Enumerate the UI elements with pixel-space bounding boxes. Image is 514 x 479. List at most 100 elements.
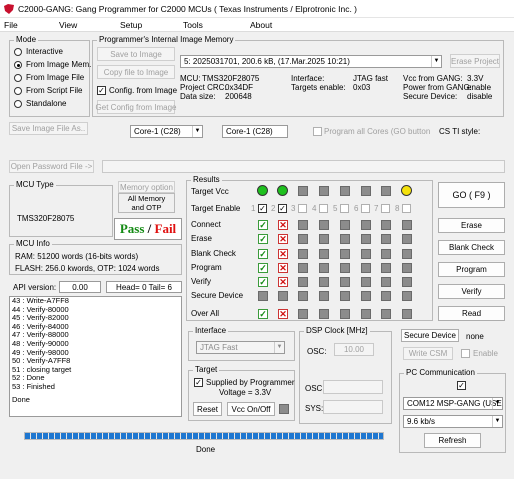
program-all-cores-label: Program all Cores (GO button (324, 127, 431, 136)
over-all-target-8-status (402, 309, 412, 319)
target-7-enable-checkbox[interactable] (381, 204, 390, 213)
secure-device-target-5-status (340, 291, 350, 301)
interface-select[interactable]: JTAG Fast ▼ (196, 341, 285, 354)
over-all-target-1-status: ✓ (258, 309, 268, 319)
program-target-6-status (361, 263, 371, 273)
osc-field[interactable]: 10.00 (334, 343, 374, 356)
read-button[interactable]: Read (438, 306, 505, 321)
com-port-select[interactable]: COM12 MSP-GANG (USE ▼ (403, 397, 503, 410)
menu-tools[interactable]: Tools (183, 20, 203, 30)
get-config-from-image-button[interactable]: Get Config from Image (96, 100, 176, 114)
target-4-enable-checkbox[interactable] (319, 204, 328, 213)
log-list[interactable]: 43 : Write-A7FF8 44 : Verify-80000 45 : … (9, 296, 182, 417)
title-bar: C2000-GANG: Gang Programmer for C2000 MC… (0, 0, 514, 18)
target-6-enable-checkbox[interactable] (361, 204, 370, 213)
vcc-from-gang-value: 3.3V (467, 74, 484, 83)
row-label-program: Program (191, 263, 222, 272)
supplied-by-programmer-label: Supplied by Programmer (206, 378, 295, 387)
mcu-type-title: MCU Type (14, 180, 56, 189)
pc-comm-checkbox[interactable]: ✓ (457, 381, 466, 390)
secure-device-target-2-status (278, 291, 288, 301)
mcu-info-value: TMS320F28075 (202, 74, 260, 83)
vcc-onoff-button[interactable]: Vcc On/Off (227, 402, 275, 416)
results-title: Results (191, 175, 222, 184)
target-5-enable-checkbox[interactable] (340, 204, 349, 213)
target-8-enable-checkbox[interactable] (402, 204, 411, 213)
target-3-enable-checkbox[interactable] (298, 204, 307, 213)
menu-setup[interactable]: Setup (120, 20, 142, 30)
chevron-down-icon: ▼ (492, 416, 502, 427)
image-memory-title: Programmer's Internal Image Memory (97, 35, 236, 44)
open-password-file-button[interactable]: Open Password File -> (9, 160, 94, 173)
program-all-cores-checkbox[interactable] (313, 127, 322, 136)
erase-target-2-status: ✕ (278, 234, 288, 244)
connect-target-7-status (381, 220, 391, 230)
config-from-image-checkbox[interactable]: ✓ (97, 86, 106, 95)
chevron-down-icon: ▼ (431, 56, 441, 67)
target-1-enable-checkbox[interactable]: ✓ (258, 204, 267, 213)
core-select[interactable]: Core-1 (C28) ▼ (130, 125, 203, 138)
menu-about[interactable]: About (250, 20, 272, 30)
mode-radio-standalone[interactable] (14, 100, 22, 108)
mode-radio-image-mem[interactable] (14, 61, 22, 69)
verify-button[interactable]: Verify (438, 284, 505, 299)
mode-radio-interactive[interactable] (14, 48, 22, 56)
supplied-by-programmer-checkbox[interactable]: ✓ (194, 378, 203, 387)
baud-rate-select[interactable]: 9.6 kb/s ▼ (403, 415, 503, 428)
pass-fail-indicator: Pass / Fail (114, 218, 182, 240)
chevron-down-icon: ▼ (192, 126, 202, 137)
mode-label-script-file: From Script File (26, 86, 83, 95)
interface-info-label: Interface: (291, 74, 325, 83)
data-size-label: Data size: (180, 92, 216, 101)
target-4-vcc-indicator (319, 186, 329, 196)
pass-fail-separator: / (144, 221, 155, 236)
menu-file[interactable]: File (4, 20, 18, 30)
password-file-field[interactable] (102, 160, 505, 173)
erase-project-button[interactable]: Erase Project (450, 54, 500, 68)
program-button[interactable]: Program (438, 262, 505, 277)
reset-button[interactable]: Reset (193, 402, 222, 416)
blank-check-button[interactable]: Blank Check (438, 240, 505, 255)
erase-button[interactable]: Erase (438, 218, 505, 233)
memory-option-button[interactable]: Memory option (118, 181, 175, 193)
enable-label: Enable (473, 349, 498, 358)
mcu-info-flash: FLASH: 256.0 kwords, OTP: 1024 words (15, 264, 160, 273)
target-6-number: 6 (354, 204, 359, 213)
api-version-label: API version: (13, 283, 57, 292)
voltage-label: Voltage = 3.3V (219, 388, 272, 397)
erase-target-8-status (402, 234, 412, 244)
refresh-button[interactable]: Refresh (424, 433, 481, 448)
com-port-value: COM12 MSP-GANG (USE (407, 399, 502, 408)
secure-device-button[interactable]: Secure Device (401, 329, 459, 342)
save-to-image-button[interactable]: Save to Image (97, 47, 175, 61)
data-size-value: 200648 (225, 92, 252, 101)
mode-radio-image-file[interactable] (14, 74, 22, 82)
sys-label: SYS: (305, 404, 324, 413)
interface-select-value: JTAG Fast (200, 343, 238, 352)
progress-bar (24, 432, 384, 440)
mode-title: Mode (14, 35, 39, 44)
menu-view[interactable]: View (59, 20, 77, 30)
image-select-value: 5: 2025031701, 200.6 kB, (17.Mar.2025 10… (184, 57, 350, 66)
image-select[interactable]: 5: 2025031701, 200.6 kB, (17.Mar.2025 10… (180, 55, 442, 68)
dsp-clock-title: DSP Clock [MHz] (304, 326, 370, 335)
go-button[interactable]: GO ( F9 ) (438, 182, 505, 208)
enable-checkbox[interactable] (461, 349, 470, 358)
write-csm-button[interactable]: Write CSM (403, 347, 453, 360)
mcu-type-group: MCU Type (9, 180, 113, 237)
over-all-target-3-status (298, 309, 308, 319)
core-field[interactable]: Core-1 (C28) (222, 125, 288, 138)
save-image-file-button[interactable]: Save Image File As.. (9, 122, 88, 135)
secure-device-info-value: disable (467, 92, 493, 101)
osc2-field[interactable] (323, 380, 383, 394)
mode-radio-script-file[interactable] (14, 87, 22, 95)
copy-file-to-image-button[interactable]: Copy file to Image (97, 65, 175, 79)
target-2-enable-checkbox[interactable]: ✓ (278, 204, 287, 213)
row-label-connect: Connect (191, 220, 221, 229)
row-label-target-enable: Target Enable (191, 204, 241, 213)
memory-option-value: All Memory and OTP (118, 193, 175, 213)
target-6-vcc-indicator (361, 186, 371, 196)
secure-device-info-label: Secure Device: (403, 92, 458, 101)
sys-field[interactable] (323, 400, 383, 414)
progress-status: Done (196, 445, 216, 454)
